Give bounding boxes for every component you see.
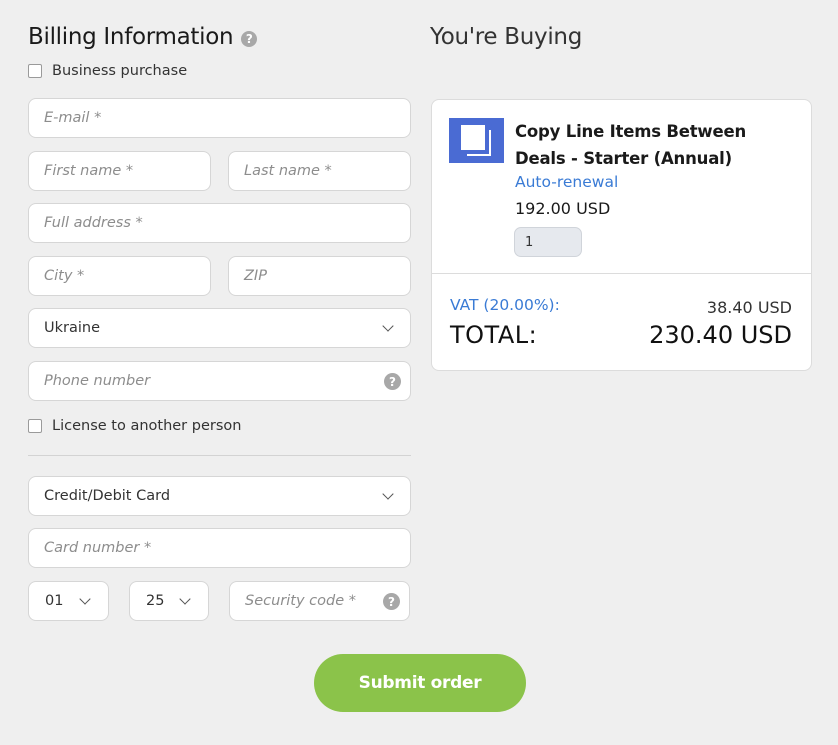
security-code-field[interactable]: Security code * ?: [229, 581, 410, 621]
help-icon[interactable]: ?: [384, 373, 401, 390]
exp-month-select[interactable]: 01: [28, 581, 109, 621]
email-placeholder: E-mail *: [44, 110, 102, 126]
payment-method-select[interactable]: Credit/Debit Card: [28, 476, 411, 516]
business-purchase-row[interactable]: Business purchase: [28, 63, 187, 79]
zip-field[interactable]: ZIP: [228, 256, 411, 296]
city-field[interactable]: City *: [28, 256, 211, 296]
divider: [28, 455, 411, 456]
chevron-down-icon: [179, 592, 191, 605]
first-name-field[interactable]: First name *: [28, 151, 211, 191]
quantity-input[interactable]: 1: [514, 227, 582, 257]
product-name: Copy Line Items Between Deals - Starter …: [515, 122, 747, 168]
auto-renewal-link[interactable]: Auto-renewal: [515, 173, 618, 191]
chevron-down-icon: [382, 487, 394, 500]
submit-order-button[interactable]: Submit order: [314, 654, 526, 712]
billing-title-text: Billing Information: [28, 24, 234, 50]
buying-title: You're Buying: [430, 24, 583, 50]
exp-year-select[interactable]: 25: [129, 581, 209, 621]
security-code-placeholder: Security code *: [245, 593, 356, 609]
help-icon[interactable]: ?: [241, 30, 258, 47]
exp-month-value: 01: [45, 593, 64, 609]
copy-squares-icon: [449, 118, 504, 163]
zip-placeholder: ZIP: [244, 268, 267, 284]
license-row[interactable]: License to another person: [28, 418, 241, 434]
billing-title: Billing Information ?: [28, 24, 258, 50]
address-field[interactable]: Full address *: [28, 203, 411, 243]
vat-value: 38.40 USD: [706, 298, 792, 317]
phone-field[interactable]: Phone number ?: [28, 361, 411, 401]
vat-label: VAT (20.00%):: [450, 296, 560, 314]
license-checkbox[interactable]: [28, 419, 42, 433]
help-icon[interactable]: ?: [383, 593, 400, 610]
city-placeholder: City *: [44, 268, 85, 284]
license-label: License to another person: [52, 418, 242, 434]
exp-year-value: 25: [146, 593, 165, 609]
business-purchase-checkbox[interactable]: [28, 64, 42, 78]
country-select[interactable]: Ukraine: [28, 308, 411, 348]
last-name-field[interactable]: Last name *: [228, 151, 411, 191]
quantity-value: 1: [525, 234, 534, 250]
country-value: Ukraine: [44, 320, 100, 336]
chevron-down-icon: [79, 592, 91, 605]
card-number-placeholder: Card number *: [44, 540, 152, 556]
last-name-placeholder: Last name *: [244, 163, 332, 179]
payment-method-value: Credit/Debit Card: [44, 488, 171, 504]
phone-placeholder: Phone number: [44, 373, 151, 389]
business-purchase-label: Business purchase: [52, 63, 188, 79]
total-value: 230.40 USD: [649, 321, 792, 349]
unit-price: 192.00 USD: [515, 199, 611, 218]
total-label: TOTAL:: [450, 321, 538, 349]
card-divider: [432, 273, 811, 274]
address-placeholder: Full address *: [44, 215, 143, 231]
chevron-down-icon: [382, 319, 394, 332]
card-number-field[interactable]: Card number *: [28, 528, 411, 568]
first-name-placeholder: First name *: [44, 163, 134, 179]
email-field[interactable]: E-mail *: [28, 98, 411, 138]
